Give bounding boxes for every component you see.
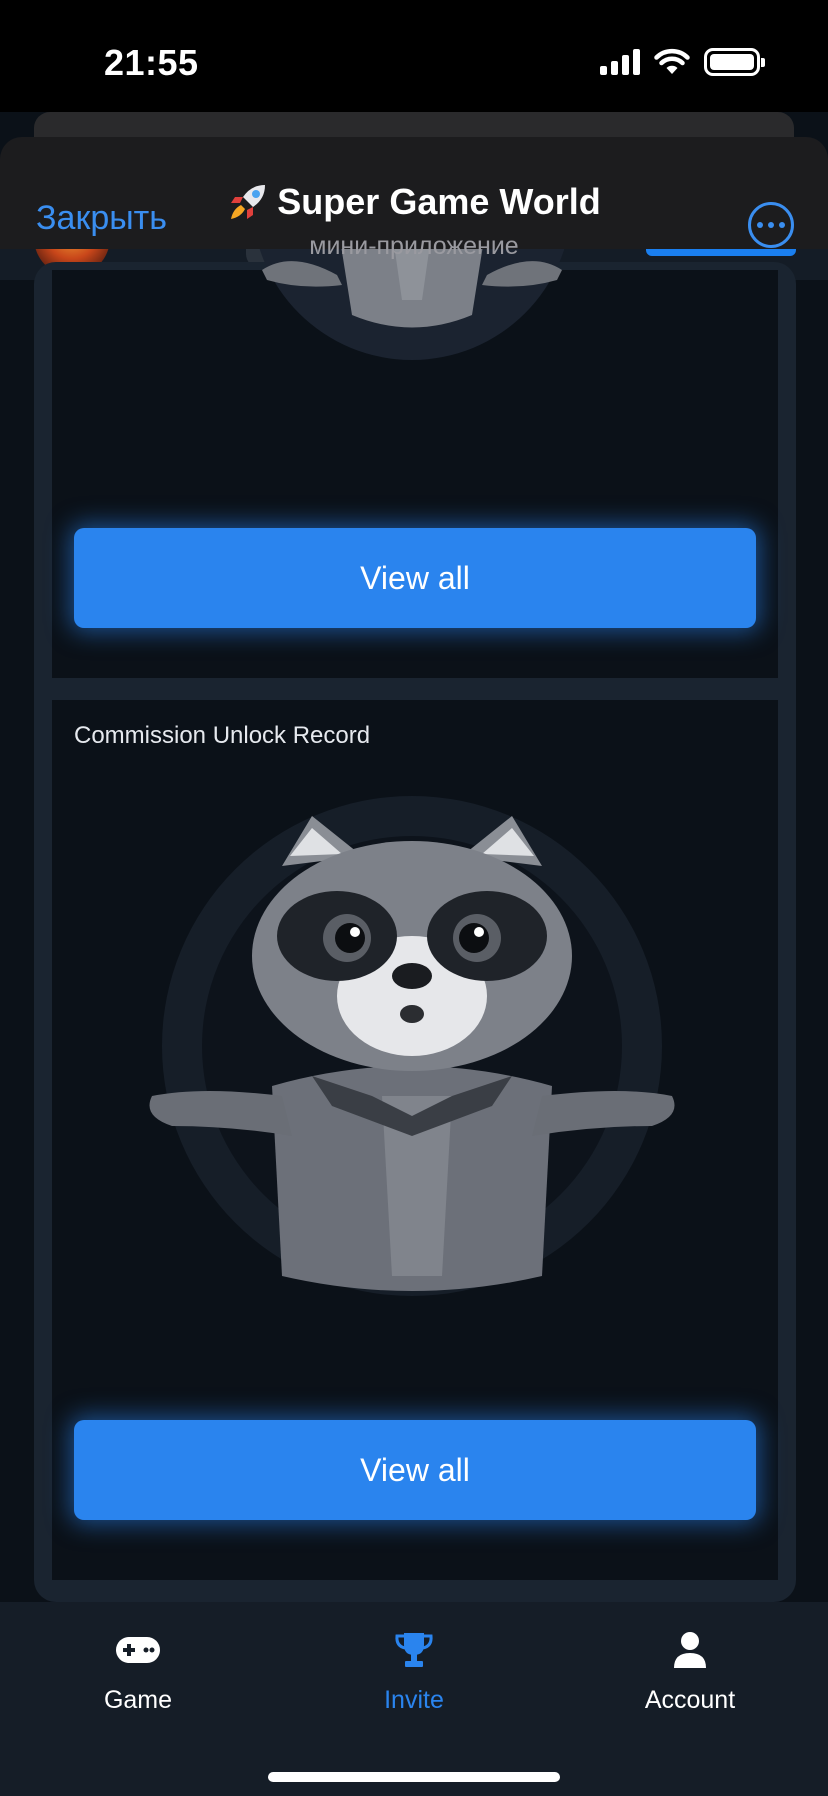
- telegram-miniapp-header: Закрыть Super Game World мини-приложение: [0, 137, 828, 260]
- raccoon-illustration: [149, 796, 675, 1296]
- home-indicator: [268, 1772, 560, 1782]
- app-subtitle: мини-приложение: [309, 232, 519, 260]
- battery-icon: [704, 48, 765, 76]
- rocket-icon: [231, 185, 266, 219]
- mini-app: View all Commission Unlock Record View a…: [0, 112, 828, 1796]
- nav-label-game: Game: [103, 1686, 173, 1714]
- view-all-button[interactable]: View all: [74, 1420, 756, 1520]
- wifi-icon: [654, 48, 690, 74]
- nav-item-account[interactable]: Account: [600, 1628, 780, 1715]
- trophy-icon: [395, 1633, 433, 1667]
- view-all-button[interactable]: View all: [74, 528, 756, 628]
- gamepad-icon: [116, 1637, 160, 1663]
- invite-panel: View all Commission Unlock Record View a…: [34, 240, 796, 1602]
- bottom-nav: Game Invite Account: [0, 1602, 828, 1796]
- commission-record-title: Commission Unlock Record: [74, 722, 371, 749]
- status-icons: [600, 48, 765, 76]
- app-title: Super Game World: [277, 181, 601, 222]
- commission-unlock-record-card: Commission Unlock Record View all: [52, 700, 778, 1580]
- nav-item-game[interactable]: Game: [48, 1628, 228, 1715]
- nav-item-invite[interactable]: Invite: [324, 1628, 504, 1715]
- more-options-button[interactable]: [748, 202, 794, 248]
- person-icon: [674, 1632, 706, 1668]
- nav-label-invite: Invite: [384, 1686, 444, 1714]
- title-block: Super Game World мини-приложение: [0, 181, 828, 261]
- invite-record-card: View all: [52, 240, 778, 678]
- status-bar: 21:55: [0, 0, 828, 120]
- cellular-signal-icon: [600, 49, 640, 75]
- status-time: 21:55: [104, 42, 199, 83]
- nav-label-account: Account: [644, 1686, 736, 1714]
